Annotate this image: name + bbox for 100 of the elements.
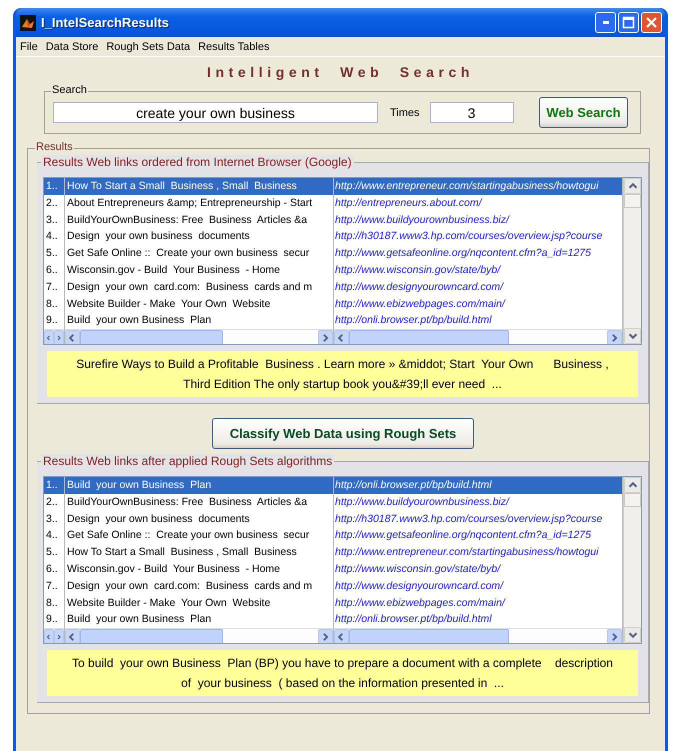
- result-url[interactable]: http://www.designyourowncard.com/: [334, 278, 622, 296]
- scroll-up-button[interactable]: [624, 178, 641, 194]
- vertical-scrollbar[interactable]: [623, 477, 641, 643]
- scroll-down-button[interactable]: [624, 328, 641, 344]
- menu-item[interactable]: File: [16, 40, 42, 52]
- result-url[interactable]: http://www.wisconsin.gov/state/byb/: [334, 560, 622, 578]
- result-title[interactable]: Website Builder - Make Your Own Website: [65, 594, 333, 612]
- result-title[interactable]: About Entrepreneurs &amp; Entrepreneurship - Start: [65, 194, 333, 212]
- minimize-button[interactable]: [595, 12, 616, 33]
- panel-title: Results Web links ordered from Internet Browser (Google): [41, 155, 354, 169]
- menu-item[interactable]: Results Tables: [194, 40, 274, 52]
- result-url[interactable]: http://h30187.www3.hp.com/courses/overview.jsp?course: [334, 510, 622, 528]
- result-url[interactable]: http://h30187.www3.hp.com/courses/overview.jsp?course: [334, 228, 622, 246]
- result-url[interactable]: http://www.getsafeonline.org/nqcontent.cfm?a_id=1275: [334, 527, 622, 544]
- row-number: 3..: [45, 512, 59, 527]
- scroll-thumb[interactable]: [624, 493, 641, 507]
- scroll-thumb[interactable]: [80, 330, 223, 344]
- row-number: 4..: [45, 528, 59, 544]
- window-title: I_IntelSearchResults: [41, 15, 170, 30]
- result-title[interactable]: Design your own business documents: [65, 228, 333, 246]
- search-field[interactable]: create your own business: [53, 102, 378, 123]
- scroll-left-button[interactable]: [65, 629, 80, 643]
- result-url[interactable]: http://www.wisconsin.gov/state/byb/: [334, 262, 622, 279]
- horizontal-scrollbar[interactable]: [65, 329, 333, 344]
- panel-title: Results Web links after applied Rough Sets algorithms: [41, 454, 334, 468]
- result-url[interactable]: http://onli.browser.pt/bp/build.html: [334, 611, 622, 628]
- result-url[interactable]: http://www.ebizwebpages.com/main/: [334, 296, 622, 312]
- horizontal-scrollbar[interactable]: [44, 329, 64, 344]
- result-title[interactable]: Wisconsin.gov - Build Your Business - Home: [65, 262, 333, 279]
- scroll-thumb[interactable]: [624, 194, 641, 208]
- result-url[interactable]: http://www.entrepreneur.com/startingabusiness/howtogui: [334, 544, 622, 561]
- result-title[interactable]: Wisconsin.gov - Build Your Business - Home: [65, 560, 333, 578]
- menu-item[interactable]: Data Store: [42, 40, 102, 52]
- row-number: 8..: [45, 596, 59, 611]
- scroll-thumb[interactable]: [80, 629, 223, 643]
- result-title[interactable]: How To Start a Small Business , Small Business: [65, 544, 333, 561]
- result-url[interactable]: http://onli.browser.pt/bp/build.html: [334, 477, 622, 494]
- result-description: To build your own Business Plan (BP) you have to prepare a document with a complete description of your business ( based on the information presented in ...: [47, 650, 638, 696]
- result-title[interactable]: Design your own card.com: Business cards and m: [65, 578, 333, 595]
- result-url[interactable]: http://www.entrepreneur.com/startingabusiness/howtogui: [334, 178, 622, 195]
- result-title[interactable]: Website Builder - Make Your Own Website: [65, 296, 333, 312]
- close-icon: [645, 16, 658, 29]
- row-number: 6..: [45, 562, 59, 577]
- scroll-left-button[interactable]: [44, 629, 54, 643]
- row-number: 6..: [45, 262, 59, 278]
- result-title[interactable]: Build your own Business Plan: [65, 312, 333, 330]
- row-number: 5..: [45, 545, 59, 560]
- scroll-thumb[interactable]: [349, 629, 509, 643]
- scroll-thumb[interactable]: [349, 330, 509, 344]
- scroll-left-button[interactable]: [334, 330, 349, 344]
- group-label: Search: [51, 84, 88, 96]
- scroll-left-button[interactable]: [334, 629, 349, 643]
- result-url[interactable]: http://www.ebizwebpages.com/main/: [334, 594, 622, 612]
- field-label: Times: [390, 106, 420, 118]
- result-title[interactable]: How To Start a Small Business , Small Business: [65, 178, 333, 195]
- result-title[interactable]: Get Safe Online :: Create your own business secur: [65, 245, 333, 262]
- classify-button[interactable]: Classify Web Data using Rough Sets: [212, 418, 474, 449]
- row-number: 7..: [45, 280, 59, 295]
- scroll-left-button[interactable]: [44, 330, 54, 344]
- row-number: 8..: [45, 296, 59, 312]
- result-title[interactable]: Design your own card.com: Business cards and m: [65, 278, 333, 296]
- maximize-icon: [622, 16, 635, 29]
- scroll-right-button[interactable]: [318, 629, 333, 643]
- row-number: 5..: [45, 246, 59, 262]
- scroll-down-button[interactable]: [624, 627, 641, 643]
- close-button[interactable]: [641, 12, 662, 33]
- vertical-scrollbar[interactable]: [623, 178, 641, 344]
- minimize-icon: [602, 21, 608, 24]
- scroll-right-button[interactable]: [54, 330, 64, 344]
- scroll-right-button[interactable]: [318, 330, 333, 344]
- maximize-button[interactable]: [618, 12, 639, 33]
- result-url[interactable]: http://www.buildyourownbusiness.biz/: [334, 494, 622, 511]
- result-title[interactable]: BuildYourOwnBusiness: Free Business Articles &a: [65, 494, 333, 511]
- horizontal-scrollbar[interactable]: [44, 628, 64, 643]
- scroll-up-button[interactable]: [624, 477, 641, 493]
- result-url[interactable]: http://www.getsafeonline.org/nqcontent.cfm?a_id=1275: [334, 245, 622, 262]
- times-field[interactable]: 3: [430, 102, 514, 123]
- result-title[interactable]: Build your own Business Plan: [65, 611, 333, 628]
- menu-item[interactable]: Rough Sets Data: [102, 40, 194, 52]
- result-title[interactable]: Get Safe Online :: Create your own business secur: [65, 527, 333, 544]
- row-number: 3..: [45, 212, 59, 228]
- result-url[interactable]: http://entrepreneurs.about.com/: [334, 194, 622, 212]
- scroll-right-button[interactable]: [607, 330, 622, 344]
- scroll-right-button[interactable]: [607, 629, 622, 643]
- result-description: Surefire Ways to Build a Profitable Business . Learn more » &middot; Start Your Own Business , Third Edition The only startup book you&#39;ll ever need ...: [47, 351, 638, 397]
- horizontal-scrollbar[interactable]: [65, 628, 333, 643]
- row-number: 9..: [45, 612, 59, 628]
- result-url[interactable]: http://onli.browser.pt/bp/build.html: [334, 312, 622, 330]
- result-title[interactable]: Build your own Business Plan: [65, 477, 333, 494]
- row-number: 4..: [45, 229, 59, 244]
- horizontal-scrollbar[interactable]: [334, 329, 622, 344]
- result-title[interactable]: Design your own business documents: [65, 510, 333, 528]
- result-title[interactable]: BuildYourOwnBusiness: Free Business Articles &a: [65, 212, 333, 228]
- result-url[interactable]: http://www.designyourowncard.com/: [334, 578, 622, 595]
- row-number: 9..: [45, 313, 59, 328]
- result-url[interactable]: http://www.buildyourownbusiness.biz/: [334, 212, 622, 228]
- scroll-left-button[interactable]: [65, 330, 80, 344]
- web-search-button[interactable]: Web Search: [539, 97, 628, 128]
- horizontal-scrollbar[interactable]: [334, 628, 622, 643]
- scroll-right-button[interactable]: [54, 629, 64, 643]
